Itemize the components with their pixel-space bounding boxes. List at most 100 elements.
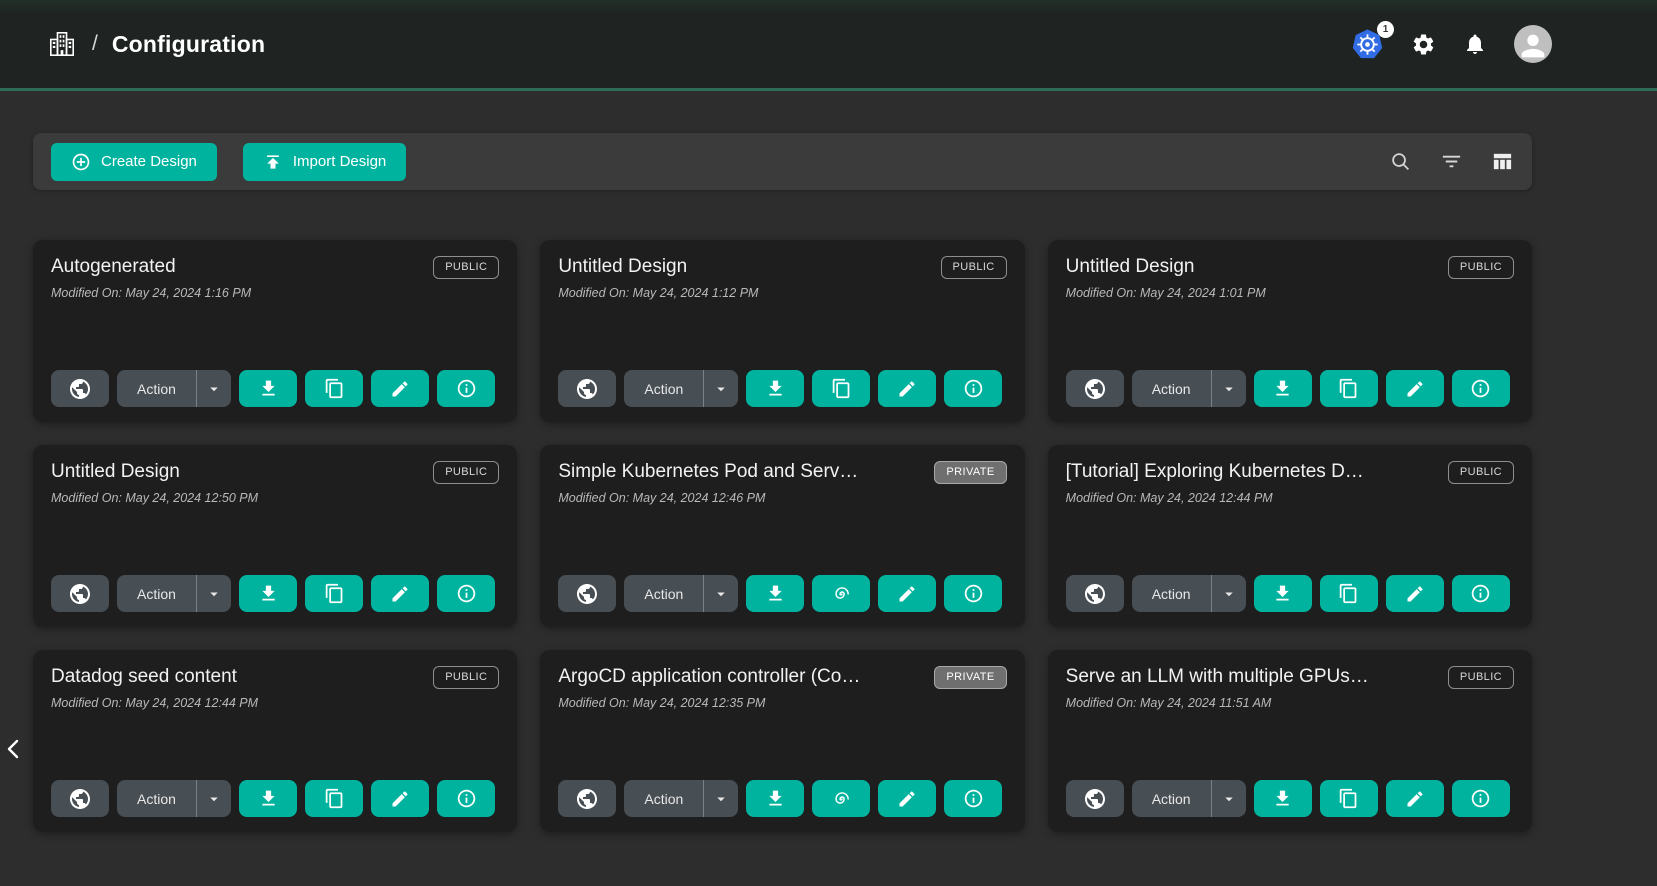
edit-button[interactable] — [371, 575, 429, 612]
clone-button[interactable] — [1320, 780, 1378, 817]
notifications-bell-icon[interactable] — [1463, 32, 1487, 56]
chevron-down-icon — [712, 380, 730, 398]
info-button[interactable] — [944, 370, 1002, 407]
action-button[interactable]: Action — [117, 780, 196, 817]
action-dropdown-toggle[interactable] — [704, 575, 738, 612]
visibility-badge: PUBLIC — [433, 461, 499, 484]
download-button[interactable] — [746, 575, 804, 612]
chevron-down-icon — [1220, 585, 1238, 603]
info-button[interactable] — [437, 575, 495, 612]
edit-button[interactable] — [1386, 575, 1444, 612]
search-icon[interactable] — [1389, 150, 1412, 173]
visibility-globe-button[interactable] — [51, 575, 109, 612]
edit-button[interactable] — [878, 370, 936, 407]
filter-icon[interactable] — [1440, 150, 1463, 173]
action-button[interactable]: Action — [117, 575, 196, 612]
chevron-left-icon[interactable] — [2, 735, 24, 763]
download-button[interactable] — [1254, 370, 1312, 407]
visibility-badge: PUBLIC — [941, 256, 1007, 279]
edit-button[interactable] — [878, 575, 936, 612]
modified-date: Modified On: May 24, 2024 1:16 PM — [51, 286, 499, 300]
user-avatar[interactable] — [1514, 25, 1552, 63]
download-button[interactable] — [239, 575, 297, 612]
action-dropdown-toggle[interactable] — [197, 780, 231, 817]
modified-date: Modified On: May 24, 2024 12:35 PM — [558, 696, 1006, 710]
action-button[interactable]: Action — [624, 575, 703, 612]
copy-icon — [324, 788, 345, 809]
edit-button[interactable] — [371, 780, 429, 817]
copy-icon — [831, 378, 852, 399]
visibility-globe-button[interactable] — [1066, 370, 1124, 407]
info-button[interactable] — [944, 575, 1002, 612]
action-dropdown-toggle[interactable] — [197, 370, 231, 407]
design-title: [Tutorial] Exploring Kubernetes D… — [1066, 461, 1364, 483]
action-button[interactable]: Action — [1132, 780, 1211, 817]
kubernetes-context-badge: 1 — [1377, 21, 1394, 38]
card-action-row: Action — [1066, 575, 1514, 612]
info-button[interactable] — [1452, 780, 1510, 817]
action-dropdown-toggle[interactable] — [704, 370, 738, 407]
clone-button[interactable] — [305, 575, 363, 612]
clone-button[interactable] — [812, 370, 870, 407]
kubernetes-context-icon[interactable]: 1 — [1351, 28, 1384, 61]
visibility-globe-button[interactable] — [1066, 780, 1124, 817]
design-card: [Tutorial] Exploring Kubernetes D… PUBLI… — [1048, 445, 1532, 627]
action-button[interactable]: Action — [117, 370, 196, 407]
action-dropdown-toggle[interactable] — [197, 575, 231, 612]
action-dropdown-toggle[interactable] — [1212, 575, 1246, 612]
clone-button[interactable] — [305, 780, 363, 817]
visibility-globe-button[interactable] — [1066, 575, 1124, 612]
edit-button[interactable] — [1386, 370, 1444, 407]
info-button[interactable] — [1452, 575, 1510, 612]
design-card: Datadog seed content PUBLIC Modified On:… — [33, 650, 517, 832]
action-dropdown-toggle[interactable] — [704, 780, 738, 817]
action-button[interactable]: Action — [1132, 575, 1211, 612]
info-button[interactable] — [944, 780, 1002, 817]
download-button[interactable] — [746, 780, 804, 817]
edit-button[interactable] — [1386, 780, 1444, 817]
visibility-globe-button[interactable] — [558, 575, 616, 612]
clone-button[interactable] — [1320, 575, 1378, 612]
create-design-label: Create Design — [101, 153, 197, 170]
action-split-button: Action — [624, 780, 738, 817]
design-card: Autogenerated PUBLIC Modified On: May 24… — [33, 240, 517, 422]
clone-button[interactable] — [1320, 370, 1378, 407]
create-design-button[interactable]: Create Design — [51, 143, 217, 181]
download-button[interactable] — [239, 780, 297, 817]
settings-gear-icon[interactable] — [1411, 32, 1436, 57]
info-icon — [1470, 583, 1491, 604]
pencil-icon — [897, 789, 917, 809]
clone-button[interactable] — [812, 780, 870, 817]
action-button[interactable]: Action — [624, 780, 703, 817]
info-button[interactable] — [1452, 370, 1510, 407]
visibility-globe-button[interactable] — [51, 370, 109, 407]
design-title: Simple Kubernetes Pod and Serv… — [558, 461, 858, 483]
import-design-button[interactable]: Import Design — [243, 143, 406, 181]
edit-button[interactable] — [878, 780, 936, 817]
pencil-icon — [1405, 379, 1425, 399]
action-button[interactable]: Action — [624, 370, 703, 407]
action-dropdown-toggle[interactable] — [1212, 780, 1246, 817]
download-icon — [765, 788, 786, 809]
info-button[interactable] — [437, 780, 495, 817]
chevron-down-icon — [712, 790, 730, 808]
action-button[interactable]: Action — [1132, 370, 1211, 407]
visibility-globe-button[interactable] — [558, 780, 616, 817]
download-button[interactable] — [1254, 780, 1312, 817]
action-dropdown-toggle[interactable] — [1212, 370, 1246, 407]
pencil-icon — [390, 379, 410, 399]
info-button[interactable] — [437, 370, 495, 407]
clone-button[interactable] — [812, 575, 870, 612]
card-action-row: Action — [51, 370, 499, 407]
download-button[interactable] — [746, 370, 804, 407]
download-button[interactable] — [1254, 575, 1312, 612]
table-view-icon[interactable] — [1491, 150, 1514, 173]
download-icon — [258, 788, 279, 809]
download-icon — [1272, 583, 1293, 604]
edit-button[interactable] — [371, 370, 429, 407]
visibility-globe-button[interactable] — [558, 370, 616, 407]
clone-button[interactable] — [305, 370, 363, 407]
building-icon[interactable] — [46, 28, 78, 60]
download-button[interactable] — [239, 370, 297, 407]
visibility-globe-button[interactable] — [51, 780, 109, 817]
